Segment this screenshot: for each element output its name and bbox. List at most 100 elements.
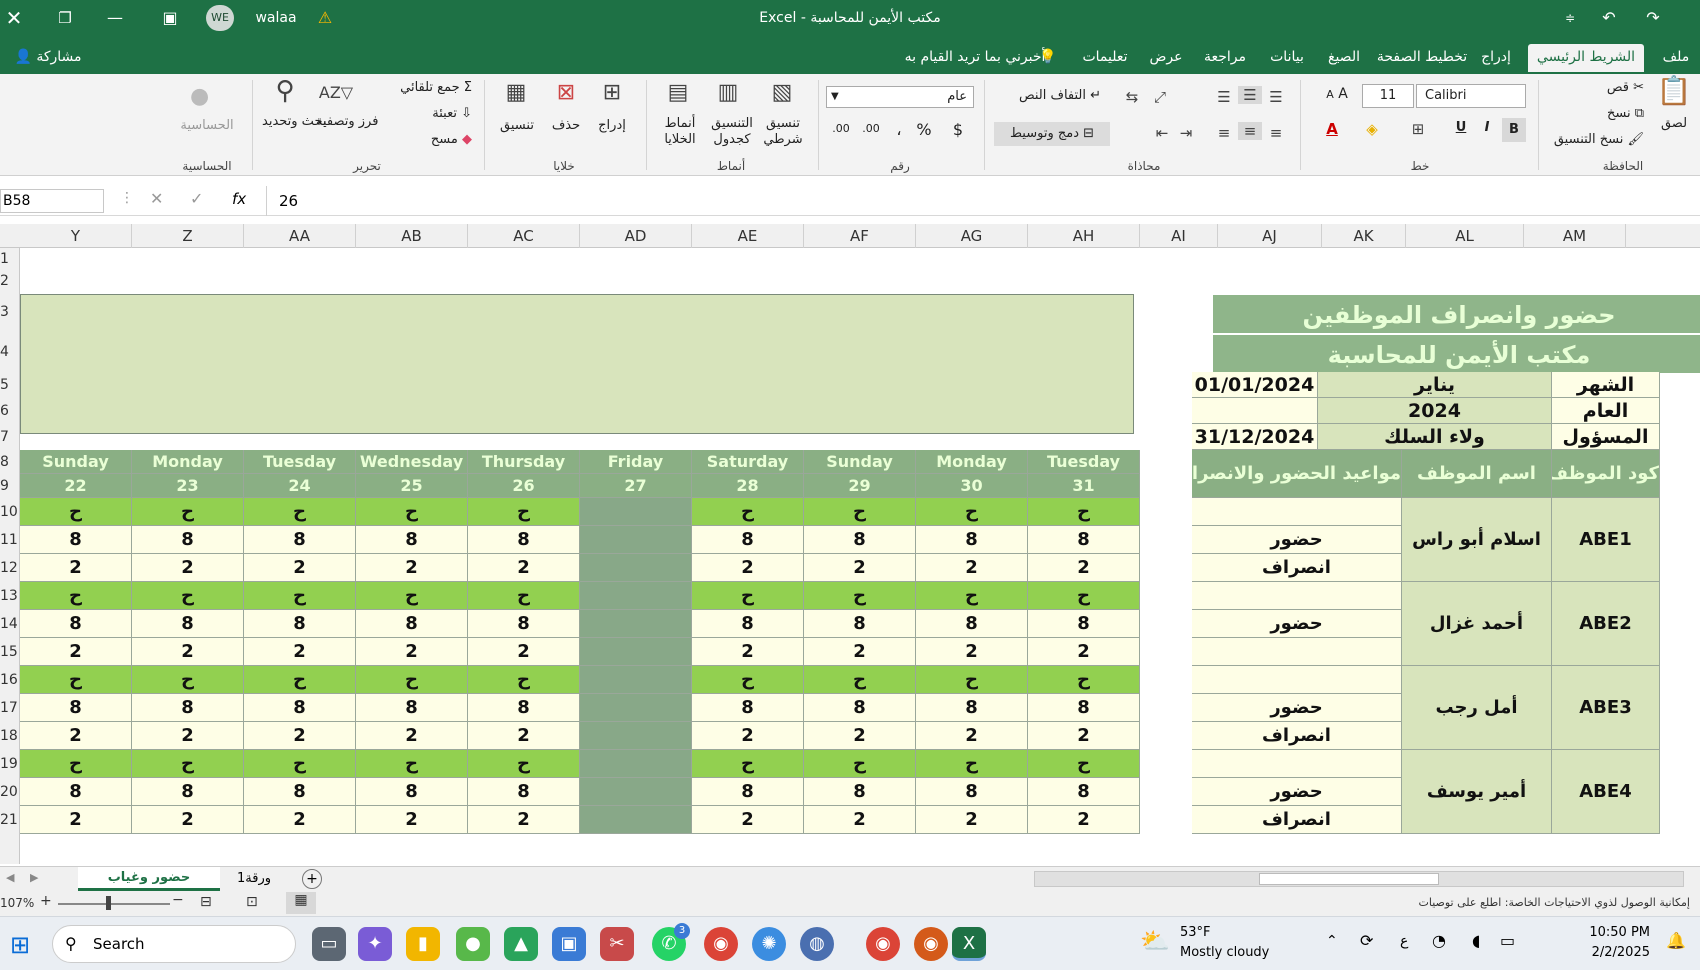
check-in-cell[interactable]: 8 [916,778,1028,806]
ribbon-display-icon[interactable]: ▣ [155,0,185,36]
check-out-cell[interactable]: 2 [132,806,244,834]
check-out-cell[interactable]: 2 [468,554,580,582]
row-header[interactable]: 4 [0,332,19,372]
row-header[interactable]: 5 [0,372,19,398]
insert-button[interactable]: إدراج [592,118,632,133]
column-header[interactable]: AK [1322,224,1406,248]
check-in-cell[interactable]: 8 [468,610,580,638]
next-sheet-icon[interactable]: ▶ [30,871,38,884]
row-header[interactable]: 18 [0,722,19,750]
empty-cell[interactable] [1192,398,1318,424]
check-out-label[interactable] [1192,638,1402,666]
merge-center-button[interactable]: دمج وتوسيط ⊟ [994,122,1110,146]
info-value-cell[interactable]: يناير [1318,372,1552,398]
zoom-in-icon[interactable]: + [40,893,52,909]
attendance-mark-cell[interactable]: ح [244,582,356,610]
employee-code[interactable]: ABE4 [1552,750,1660,834]
page-layout-view-icon[interactable]: ⊡ [246,894,258,910]
horizontal-scrollbar[interactable] [1034,871,1684,887]
autosum-button[interactable]: Σ جمع تلقائي [372,80,472,95]
check-in-label[interactable]: حضور [1192,778,1402,806]
row-header[interactable]: 10 [0,498,19,526]
attendance-mark-cell[interactable]: ح [20,582,132,610]
date-cell[interactable]: 31/12/2024 [1192,424,1318,450]
check-in-cell[interactable]: 8 [468,526,580,554]
borders-icon[interactable]: ⊞ [1406,120,1430,138]
taskbar-search[interactable]: ⚲ Search [52,925,296,963]
row-header[interactable]: 13 [0,582,19,610]
check-out-cell[interactable]: 2 [356,806,468,834]
column-header[interactable]: AG [916,224,1028,248]
row-header[interactable]: 17 [0,694,19,722]
check-in-cell[interactable]: 8 [692,694,804,722]
attendance-mark-cell[interactable]: ح [20,666,132,694]
check-in-label[interactable]: حضور [1192,694,1402,722]
column-header[interactable]: AC [468,224,580,248]
attendance-mark-cell[interactable]: ح [804,750,916,778]
header-code[interactable]: كود الموظف [1552,450,1660,498]
day-header[interactable]: Tuesday [1028,450,1140,474]
check-in-cell[interactable]: 8 [244,526,356,554]
column-header[interactable]: Y [20,224,132,248]
column-header[interactable]: AI [1140,224,1218,248]
copy-button[interactable]: ⧉ نسخ [1548,106,1644,121]
check-in-cell[interactable]: 8 [692,610,804,638]
times-cell[interactable] [1192,666,1402,694]
check-in-cell[interactable]: 8 [1028,526,1140,554]
browser-icon[interactable]: ◍ [800,927,834,961]
duolingo-icon[interactable]: ● [456,927,490,961]
date-header[interactable]: 24 [244,474,356,498]
attendance-mark-cell[interactable]: ح [132,582,244,610]
indent-decrease-icon[interactable]: ⇤ [1152,124,1172,142]
info-label-cell[interactable]: المسؤول [1552,424,1660,450]
row-header[interactable]: 16 [0,666,19,694]
banner-block[interactable] [20,294,1134,434]
row-header[interactable]: 19 [0,750,19,778]
date-header[interactable]: 26 [468,474,580,498]
info-label-cell[interactable]: الشهر [1552,372,1660,398]
check-out-cell[interactable]: 2 [244,806,356,834]
check-out-label[interactable]: انصراف [1192,806,1402,834]
employee-name[interactable]: أحمد غزال [1402,582,1552,666]
wrap-text-button[interactable]: التفاف النص ↵ [1010,88,1110,103]
check-out-cell[interactable]: 2 [1028,638,1140,666]
add-sheet-icon[interactable]: + [302,869,322,889]
attendance-mark-cell[interactable]: ح [692,582,804,610]
check-in-cell[interactable]: 8 [20,526,132,554]
italic-button[interactable]: I [1476,120,1498,135]
insert-function-button[interactable]: fx [232,190,256,208]
column-header[interactable]: AA [244,224,356,248]
formula-input[interactable]: 26 [266,186,1686,216]
clock-time[interactable]: 10:50 PM [1570,925,1650,940]
avatar[interactable]: WE [206,5,234,31]
check-out-cell[interactable]: 2 [356,554,468,582]
format-as-table-button[interactable]: التنسيق كجدول [704,116,760,148]
notifications-icon[interactable]: 🔔 [1666,931,1686,950]
align-top-icon[interactable]: ☰ [1212,88,1236,106]
attendance-mark-cell[interactable]: ح [20,750,132,778]
check-in-cell[interactable]: 8 [804,778,916,806]
orientation-icon[interactable]: ⤢ [1150,88,1170,106]
day-header[interactable]: Monday [916,450,1028,474]
spreadsheet-grid[interactable]: حضور وانصراف الموظفين مكتب الأيمن للمحاس… [20,248,1700,864]
employee-name[interactable]: اسلام أبو راس [1402,498,1552,582]
column-header[interactable]: AD [580,224,692,248]
attendance-mark-cell[interactable]: ح [1028,666,1140,694]
check-in-cell[interactable] [580,694,692,722]
conditional-format-button[interactable]: تنسيق شرطي [760,116,806,148]
date-header[interactable]: 27 [580,474,692,498]
store-icon[interactable]: ▣ [552,927,586,961]
row-header[interactable]: 21 [0,806,19,834]
check-out-cell[interactable]: 2 [692,722,804,750]
battery-icon[interactable]: ▭ [1500,931,1515,950]
check-out-cell[interactable]: 2 [244,722,356,750]
attendance-mark-cell[interactable]: ح [916,498,1028,526]
check-out-cell[interactable]: 2 [692,638,804,666]
undo-icon[interactable]: ↶ [1596,0,1622,36]
employee-code[interactable]: ABE1 [1552,498,1660,582]
check-out-cell[interactable]: 2 [356,638,468,666]
excel-taskbar-icon[interactable]: X [952,927,986,961]
column-header[interactable]: Z [132,224,244,248]
grow-font-button[interactable]: A A [1312,86,1362,102]
weather-desc[interactable]: Mostly cloudy [1180,945,1269,960]
